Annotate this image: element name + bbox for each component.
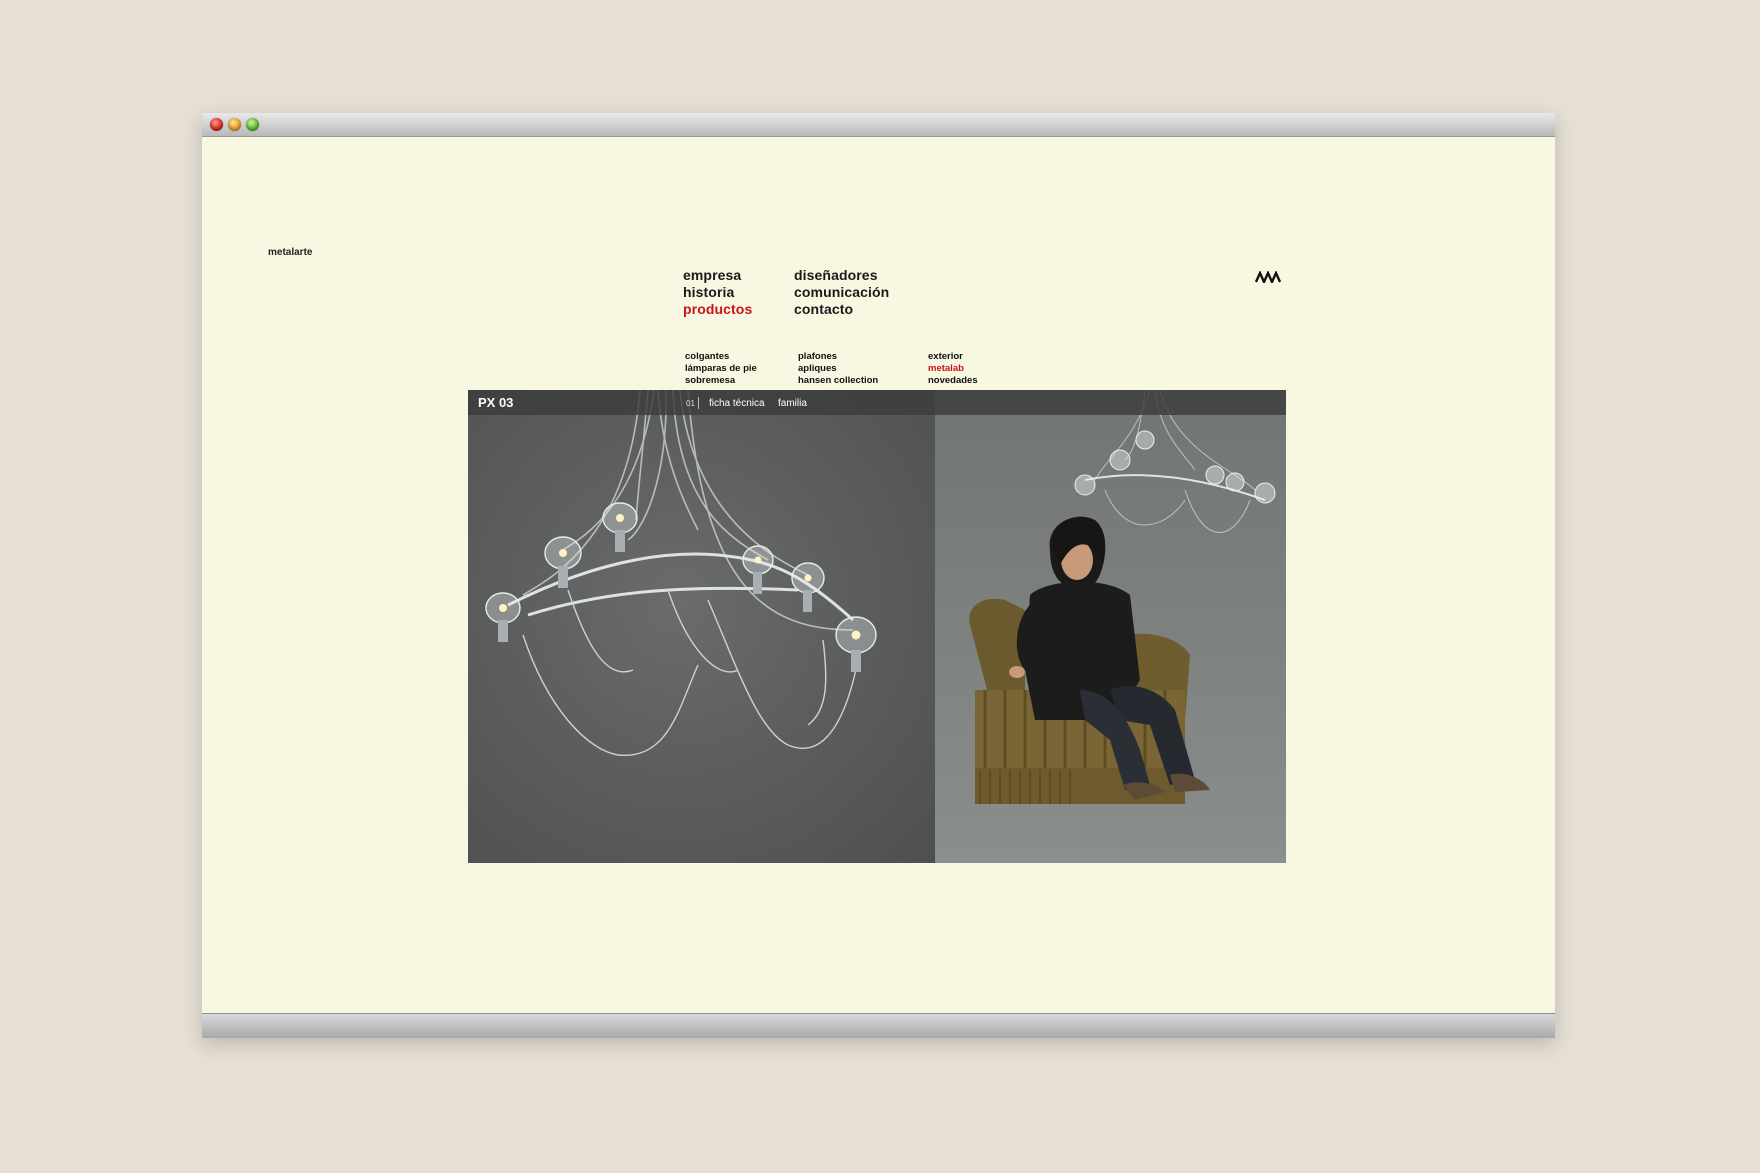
category-novedades[interactable]: novedades [928, 375, 978, 387]
minimize-button[interactable] [228, 118, 241, 131]
category-exterior[interactable]: exterior [928, 351, 978, 363]
infobar-divider [698, 397, 699, 409]
familia-link[interactable]: familia [778, 398, 807, 409]
category-metalab[interactable]: metalab [928, 363, 978, 375]
category-sobremesa[interactable]: sobremesa [685, 375, 757, 387]
brand-logo[interactable]: metalarte [268, 247, 312, 258]
category-hansen-collection[interactable]: hansen collection [798, 375, 878, 387]
category-nav-column-1: colgantes lámparas de pie sobremesa [685, 351, 757, 386]
category-plafones[interactable]: plafones [798, 351, 878, 363]
ficha-tecnica-link[interactable]: ficha técnica [709, 398, 765, 409]
image-number[interactable]: 01 [686, 399, 695, 408]
nav-empresa[interactable]: empresa [683, 267, 752, 284]
nav-contacto[interactable]: contacto [794, 301, 889, 318]
zoom-button[interactable] [246, 118, 259, 131]
window-titlebar [202, 113, 1555, 137]
close-button[interactable] [210, 118, 223, 131]
designer-portrait-illustration [969, 390, 1276, 804]
category-colgantes[interactable]: colgantes [685, 351, 757, 363]
nav-comunicacion[interactable]: comunicación [794, 284, 889, 301]
designer-photo[interactable] [935, 390, 1286, 863]
category-lamparas-de-pie[interactable]: lámparas de pie [685, 363, 757, 375]
product-code: PX 03 [478, 395, 514, 410]
nav-disenadores[interactable]: diseñadores [794, 267, 889, 284]
category-nav-column-3: exterior metalab novedades [928, 351, 978, 386]
category-apliques[interactable]: apliques [798, 363, 878, 375]
window-bottombar [202, 1013, 1555, 1038]
chandelier-illustration [485, 390, 877, 756]
product-info-bar: PX 03 01 ficha técnica familia [468, 390, 1286, 415]
product-panel: PX 03 01 ficha técnica familia [468, 390, 1286, 863]
category-nav-column-2: plafones apliques hansen collection [798, 351, 878, 386]
nav-historia[interactable]: historia [683, 284, 752, 301]
nav-productos[interactable]: productos [683, 301, 752, 318]
metalarte-monogram-icon[interactable] [1255, 271, 1281, 283]
main-nav-column-1: empresa historia productos [683, 267, 752, 318]
main-nav-column-2: diseñadores comunicación contacto [794, 267, 889, 318]
product-photo[interactable] [468, 390, 935, 863]
